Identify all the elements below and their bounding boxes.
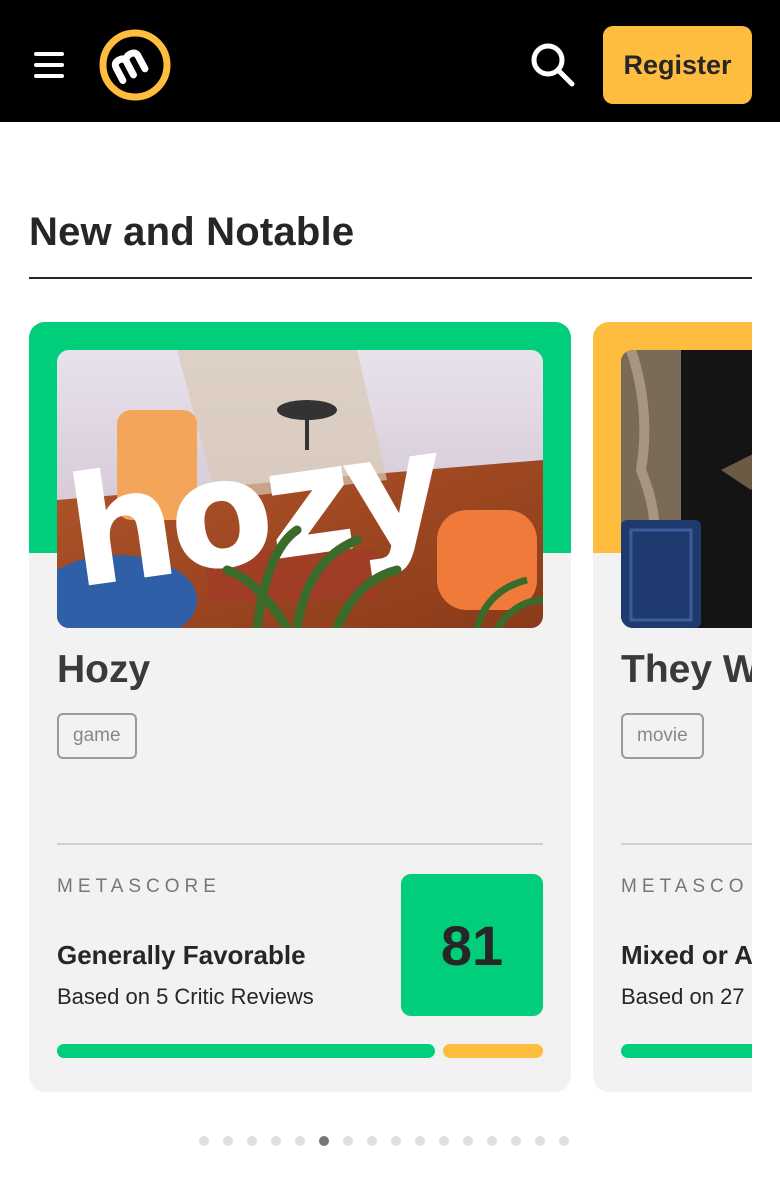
metascore-label: METASCORE <box>57 876 221 897</box>
metacritic-logo[interactable] <box>99 29 171 101</box>
pagination-dot[interactable] <box>391 1136 401 1146</box>
card-divider <box>621 843 752 845</box>
hamburger-menu-icon[interactable] <box>30 46 68 82</box>
pagination-dot[interactable] <box>319 1136 329 1146</box>
pagination-dot[interactable] <box>295 1136 305 1146</box>
pagination-dot[interactable] <box>511 1136 521 1146</box>
card-thumbnail-image[interactable] <box>621 350 752 628</box>
score-distribution-bar <box>621 1044 752 1058</box>
metascore-badge[interactable]: 81 <box>401 874 543 1016</box>
pagination-dot[interactable] <box>199 1136 209 1146</box>
card-divider <box>57 843 543 845</box>
media-type-tag[interactable]: game <box>57 713 137 759</box>
pagination-dot[interactable] <box>487 1136 497 1146</box>
pagination-dot[interactable] <box>463 1136 473 1146</box>
top-navigation-bar: Register <box>0 0 780 122</box>
search-icon[interactable] <box>528 40 578 90</box>
pagination-dot[interactable] <box>535 1136 545 1146</box>
positive-segment <box>57 1044 435 1058</box>
pagination-dot[interactable] <box>367 1136 377 1146</box>
pagination-dot[interactable] <box>271 1136 281 1146</box>
section-divider <box>29 277 752 279</box>
metascore-label: METASCO <box>621 876 749 897</box>
score-distribution-bar <box>57 1044 543 1058</box>
pagination-dot[interactable] <box>439 1136 449 1146</box>
card-title[interactable]: They W <box>621 648 752 692</box>
card-title[interactable]: Hozy <box>57 648 150 692</box>
card-thumbnail-image[interactable]: hozy <box>57 350 543 628</box>
score-verdict: Mixed or A <box>621 940 752 970</box>
carousel-pagination <box>199 1136 569 1148</box>
mixed-segment <box>443 1044 543 1058</box>
pagination-dot[interactable] <box>247 1136 257 1146</box>
score-verdict: Generally Favorable <box>57 940 306 970</box>
carousel[interactable]: hozy Hozy game METASCORE Generally Favor… <box>0 322 752 1094</box>
media-type-tag[interactable]: movie <box>621 713 704 759</box>
pagination-dot[interactable] <box>559 1136 569 1146</box>
review-count[interactable]: Based on 27 <box>621 984 745 1010</box>
positive-segment <box>621 1044 752 1058</box>
register-button[interactable]: Register <box>603 26 752 104</box>
pagination-dot[interactable] <box>415 1136 425 1146</box>
media-card[interactable]: hozy Hozy game METASCORE Generally Favor… <box>29 322 571 1092</box>
pagination-dot[interactable] <box>223 1136 233 1146</box>
review-count[interactable]: Based on 5 Critic Reviews <box>57 984 314 1010</box>
media-card[interactable]: They W movie METASCO Mixed or A Based on… <box>593 322 752 1092</box>
section-title: New and Notable <box>29 210 355 254</box>
pagination-dot[interactable] <box>343 1136 353 1146</box>
